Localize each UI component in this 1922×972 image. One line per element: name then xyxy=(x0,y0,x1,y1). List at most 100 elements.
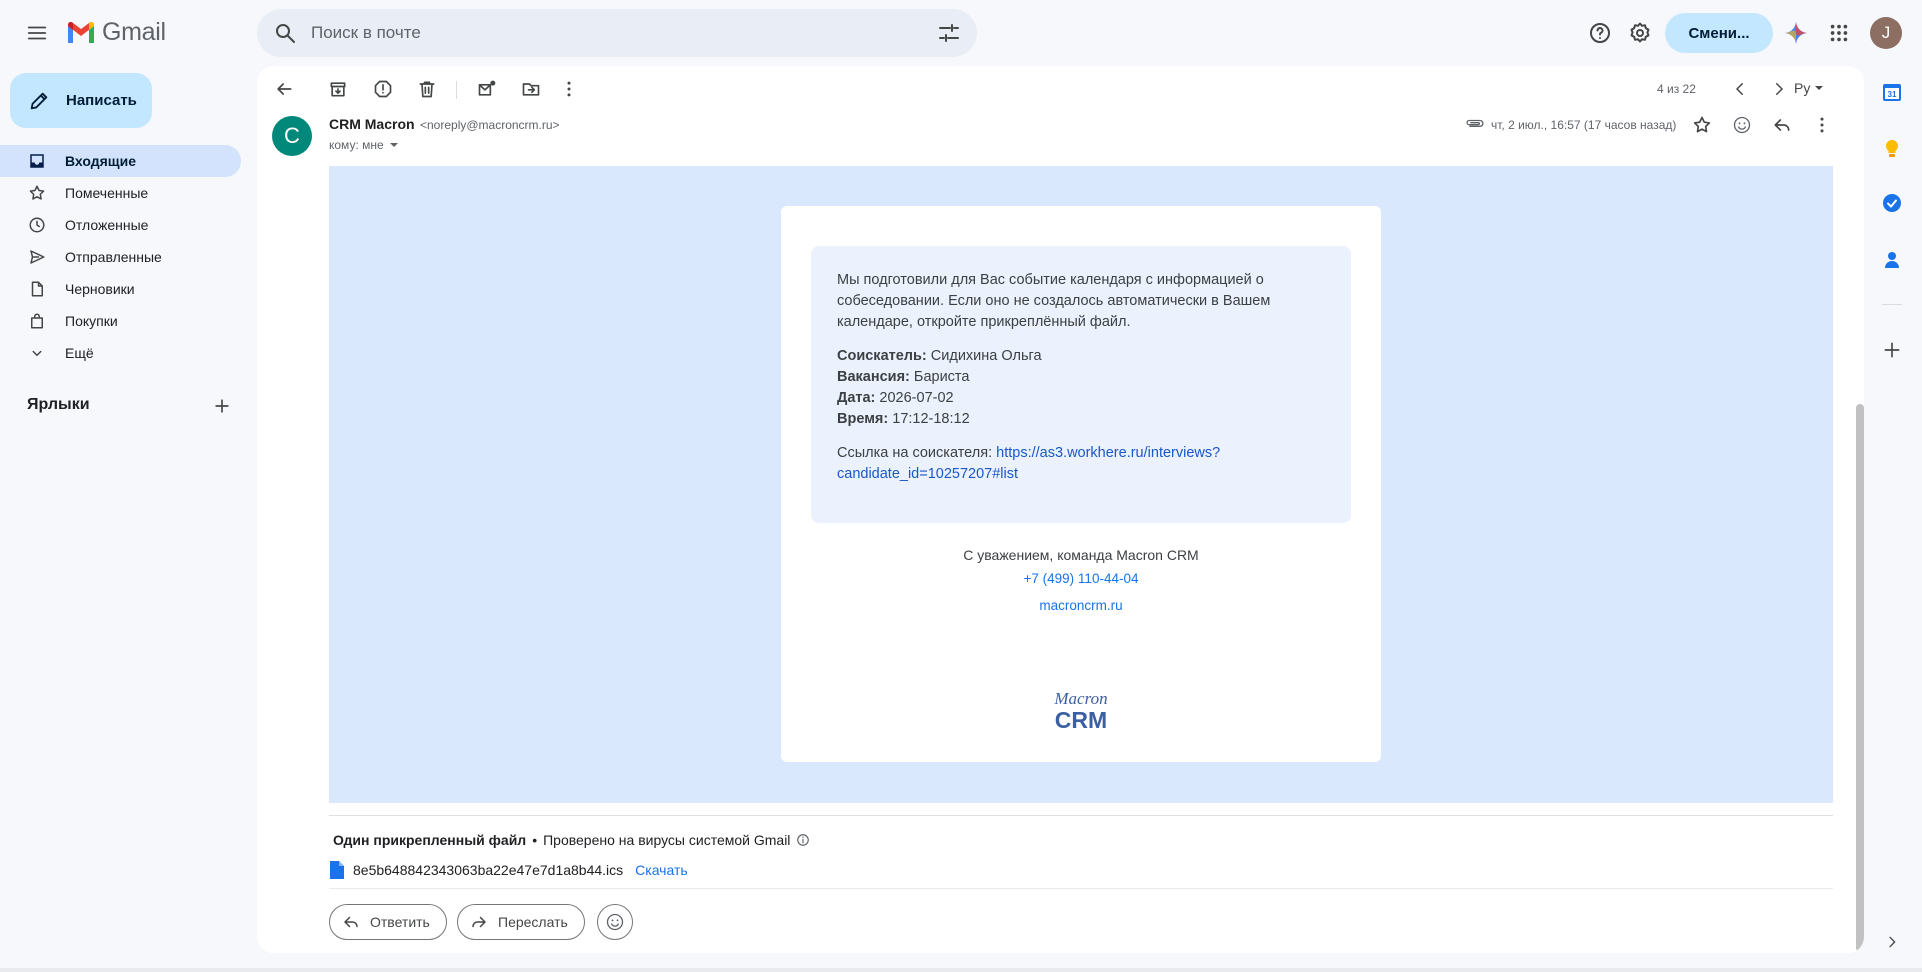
archive-icon[interactable] xyxy=(325,76,351,102)
sidebar-item-label: Отложенные xyxy=(65,217,149,233)
draft-icon xyxy=(31,281,43,297)
caret-down-icon xyxy=(389,143,398,147)
detail-row: Дата: 2026-07-02 xyxy=(837,388,1325,409)
detail-label: Соискатель: xyxy=(837,348,927,364)
delete-trash-icon[interactable] xyxy=(414,76,440,102)
reply-divider xyxy=(329,888,1833,889)
sidebar-nav: Входящие Помеченные Отложенные Отправлен… xyxy=(0,145,256,369)
message-toolbar: 4 из 22 Ру xyxy=(257,66,1864,112)
virus-scan-note: Проверено на вирусы системой Gmail xyxy=(543,832,791,848)
move-to-folder-icon[interactable] xyxy=(518,76,544,102)
tasks-check-icon[interactable] xyxy=(1880,191,1904,215)
download-link[interactable]: Скачать xyxy=(635,862,688,878)
detail-row: Время: 17:12-18:12 xyxy=(837,409,1325,430)
emoji-smile-icon xyxy=(606,913,624,931)
detail-label: Время: xyxy=(837,411,889,427)
signature-site-link[interactable]: macroncrm.ru xyxy=(781,598,1381,613)
intro-text: Мы подготовили для Вас событие календаря… xyxy=(837,272,1271,330)
chevron-right-icon[interactable] xyxy=(1766,76,1792,102)
clock-icon xyxy=(29,217,45,233)
detail-value: 2026-07-02 xyxy=(879,390,954,406)
search-icon[interactable] xyxy=(273,21,297,45)
contacts-person-icon[interactable] xyxy=(1880,248,1904,272)
sidebar-item-label: Покупки xyxy=(65,313,118,329)
more-vert-icon[interactable] xyxy=(1810,113,1834,137)
inbox-icon xyxy=(30,154,44,168)
reply-label: Ответить xyxy=(370,914,430,930)
expand-side-panel-icon[interactable] xyxy=(1880,930,1904,954)
search-options-icon[interactable] xyxy=(937,21,961,45)
attachment-file: 8e5b648842343063ba22e47e7d1a8b44.ics Ска… xyxy=(330,861,688,879)
recipients-label: кому: мне xyxy=(329,138,384,152)
sidebar-item-more[interactable]: Ещё xyxy=(0,337,241,369)
send-icon xyxy=(30,250,45,264)
sender-name[interactable]: CRM Macron xyxy=(329,116,415,132)
compose-button[interactable]: Написать xyxy=(10,73,152,128)
add-label-icon[interactable] xyxy=(212,396,232,416)
chevron-down-icon xyxy=(32,350,42,356)
interview-info-box: Мы подготовили для Вас событие календаря… xyxy=(811,246,1351,523)
forward-icon xyxy=(472,916,486,928)
emoji-reaction-icon[interactable] xyxy=(1730,113,1754,137)
signature-phone-link[interactable]: +7 (499) 110-44-04 xyxy=(781,571,1381,586)
reply-icon[interactable] xyxy=(1770,113,1794,137)
attachments-title: Один прикрепленный файл xyxy=(333,832,527,848)
signature-regards: С уважением, команда Macron CRM xyxy=(963,547,1199,563)
sidebar-item-label: Входящие xyxy=(65,153,136,169)
report-spam-icon[interactable] xyxy=(370,76,396,102)
top-bar: Gmail Смени... J xyxy=(0,0,1922,66)
star-icon[interactable] xyxy=(1690,113,1714,137)
scrollbar-thumb[interactable] xyxy=(1856,404,1864,952)
gmail-m-icon xyxy=(68,21,94,43)
detail-label: Вакансия: xyxy=(837,369,910,385)
sidebar-item-starred[interactable]: Помеченные xyxy=(0,177,241,209)
settings-gear-icon[interactable] xyxy=(1625,18,1655,48)
info-icon[interactable] xyxy=(796,833,810,847)
candidate-link-label: Ссылка на соискателя: xyxy=(837,445,993,461)
main-menu-button[interactable] xyxy=(22,18,52,48)
pagination-count: 4 из 22 xyxy=(1657,82,1696,96)
keep-bulb-icon[interactable] xyxy=(1880,137,1904,161)
help-icon[interactable] xyxy=(1585,18,1615,48)
more-vert-icon[interactable] xyxy=(556,76,582,102)
attachment-filename[interactable]: 8e5b648842343063ba22e47e7d1a8b44.ics xyxy=(353,862,623,878)
calendar-icon[interactable]: 31 xyxy=(1880,80,1904,104)
toolbar-divider xyxy=(456,81,457,99)
gemini-sparkle-icon[interactable] xyxy=(1781,18,1811,48)
forward-label: Переслать xyxy=(498,914,568,930)
attachments-header: Один прикрепленный файл • Проверено на в… xyxy=(333,832,810,848)
candidate-link-row: Ссылка на соискателя: https://as3.workhe… xyxy=(837,443,1325,485)
search-input[interactable] xyxy=(311,9,871,57)
message-date: чт, 2 июл., 16:57 (17 часов назад) xyxy=(1491,118,1677,132)
attachment-clip-icon xyxy=(1465,115,1485,131)
app-name: Gmail xyxy=(102,18,166,46)
sidebar-item-sent[interactable]: Отправленные xyxy=(0,241,241,273)
recipients-toggle[interactable]: кому: мне xyxy=(329,138,399,152)
detail-value: 17:12-18:12 xyxy=(892,411,970,427)
detail-value: Бариста xyxy=(913,369,970,385)
sidebar-item-inbox[interactable]: Входящие xyxy=(0,145,241,177)
emoji-reaction-button[interactable] xyxy=(597,904,633,940)
forward-button[interactable]: Переслать xyxy=(457,904,585,940)
switch-button[interactable]: Смени... xyxy=(1665,13,1773,53)
input-language-selector[interactable]: Ру xyxy=(1794,80,1824,96)
sidebar-item-label: Черновики xyxy=(65,281,135,297)
compose-label: Написать xyxy=(66,92,137,109)
language-label: Ру xyxy=(1794,80,1811,96)
add-addon-icon[interactable] xyxy=(1880,338,1904,362)
mark-unread-icon[interactable] xyxy=(474,76,500,102)
pencil-icon xyxy=(30,92,48,109)
message-view: 4 из 22 Ру C CRM Macron <noreply@macronc… xyxy=(257,66,1864,953)
sender-avatar[interactable]: C xyxy=(272,116,312,156)
window-bottom-edge xyxy=(0,968,1922,972)
gmail-logo[interactable]: Gmail xyxy=(66,18,166,47)
sidebar-item-purchases[interactable]: Покупки xyxy=(0,305,241,337)
chevron-left-icon[interactable] xyxy=(1727,76,1753,102)
apps-grid-icon[interactable] xyxy=(1824,18,1854,48)
reply-button[interactable]: Ответить xyxy=(329,904,447,940)
candidate-link-part1: https://as3.workhere.ru/interviews? xyxy=(996,445,1221,461)
sidebar-item-snoozed[interactable]: Отложенные xyxy=(0,209,241,241)
back-arrow-icon[interactable] xyxy=(271,76,297,102)
sidebar-item-drafts[interactable]: Черновики xyxy=(0,273,241,305)
account-avatar[interactable]: J xyxy=(1870,17,1902,49)
